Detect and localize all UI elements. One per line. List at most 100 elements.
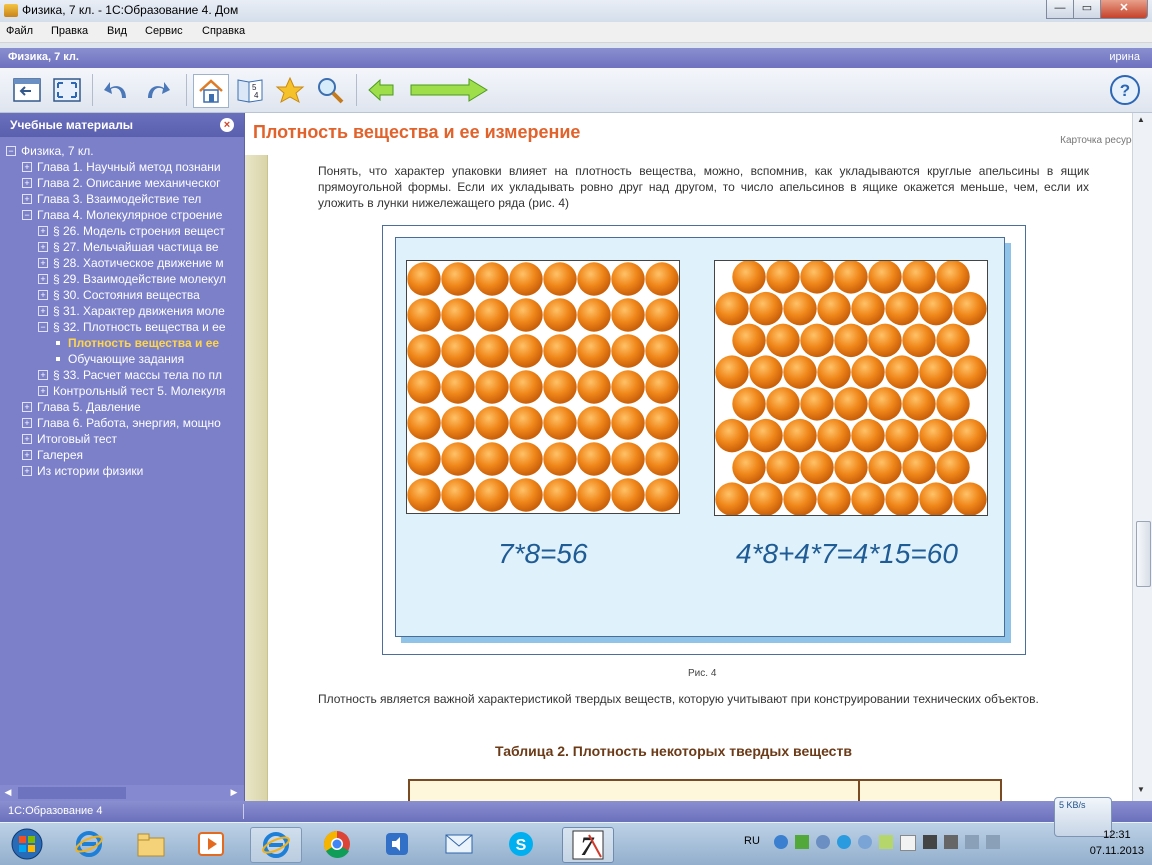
tree-item[interactable]: + § 30. Состояния вещества — [38, 287, 200, 303]
sidebar-header: Учебные материалы × — [0, 113, 244, 137]
internet-explorer-icon[interactable] — [64, 827, 114, 861]
window-title-bar[interactable]: Физика, 7 кл. - 1С:Образование 4. Дом — … — [0, 0, 1152, 23]
orange — [543, 442, 577, 476]
tree-item[interactable]: + § 33. Расчет массы тела по пл — [38, 367, 222, 383]
tree-item[interactable]: + Глава 6. Работа, энергия, мощно — [22, 415, 221, 431]
tree-item[interactable]: Обучающие задания — [54, 351, 184, 367]
scroll-up-icon[interactable]: ▲ — [1137, 115, 1145, 124]
tree-item[interactable]: + Из истории физики — [22, 463, 143, 479]
tray-network-icon[interactable] — [816, 835, 830, 849]
forward-arrow-icon[interactable] — [408, 74, 490, 106]
file-explorer-icon[interactable] — [126, 827, 176, 861]
tree-item[interactable]: + § 29. Взаимодействие молекул — [38, 271, 226, 287]
expand-icon[interactable]: + — [38, 386, 48, 396]
expand-icon[interactable]: + — [22, 434, 32, 444]
content-vertical-scrollbar[interactable]: ▲ ▼ — [1132, 113, 1152, 801]
collapse-icon[interactable]: − — [6, 146, 16, 156]
tree-item[interactable]: − Глава 4. Молекулярное строение — [22, 207, 222, 223]
tray-z-icon[interactable] — [837, 835, 851, 849]
tray-document-icon[interactable] — [900, 835, 916, 851]
scroll-thumb[interactable] — [1136, 521, 1151, 587]
tree-item[interactable]: Плотность вещества и ее — [54, 335, 219, 351]
expand-icon[interactable]: + — [22, 178, 32, 188]
tree-item[interactable]: + Галерея — [22, 447, 83, 463]
scroll-left-icon[interactable]: ◀ — [2, 787, 14, 799]
tree-item[interactable]: + Глава 5. Давление — [22, 399, 141, 415]
tray-power-icon[interactable] — [986, 835, 1000, 849]
tree-item[interactable]: + Глава 2. Описание механическог — [22, 175, 221, 191]
favorites-star-icon[interactable] — [273, 74, 307, 106]
search-magnifier-icon[interactable] — [313, 74, 347, 106]
tray-speaker-icon[interactable] — [965, 835, 979, 849]
tree-item[interactable]: − Физика, 7 кл. — [6, 143, 94, 159]
sidebar-horizontal-scrollbar[interactable]: ◀ ▶ — [0, 785, 244, 801]
tray-monitor-icon[interactable] — [923, 835, 937, 849]
minimize-button[interactable]: — — [1046, 0, 1074, 19]
expand-icon[interactable]: + — [22, 450, 32, 460]
tree-item[interactable]: + Глава 3. Взаимодействие тел — [22, 191, 201, 207]
expand-icon[interactable]: + — [38, 258, 48, 268]
tree-item[interactable]: + Глава 1. Научный метод познани — [22, 159, 221, 175]
internet-explorer-icon-2[interactable] — [250, 827, 302, 863]
tray-display-icon[interactable] — [944, 835, 958, 849]
help-icon[interactable]: ? — [1108, 74, 1142, 106]
orange — [475, 370, 509, 404]
resource-card-link[interactable]: Карточка ресурса — [1060, 135, 1142, 146]
skype-icon[interactable]: S — [496, 827, 546, 861]
mail-icon[interactable] — [434, 827, 484, 861]
1c-education-icon[interactable]: 7 — [562, 827, 614, 863]
undo-icon[interactable] — [100, 74, 134, 106]
tree-item[interactable]: + § 31. Характер движения моле — [38, 303, 225, 319]
menu-service[interactable]: Сервис — [145, 25, 183, 37]
orange — [645, 406, 679, 440]
tray-globe-icon[interactable] — [774, 835, 788, 849]
book-pages-icon[interactable]: 54 — [233, 74, 267, 106]
tray-leaf-icon[interactable] — [879, 835, 893, 849]
chrome-icon[interactable] — [312, 827, 362, 861]
menu-file[interactable]: Файл — [6, 25, 33, 37]
expand-icon[interactable]: + — [38, 274, 48, 284]
redo-icon[interactable] — [140, 74, 174, 106]
menu-edit[interactable]: Правка — [51, 25, 88, 37]
tray-sync-icon[interactable] — [858, 835, 872, 849]
start-orb-icon[interactable] — [2, 827, 52, 861]
tree-item[interactable]: + Контрольный тест 5. Молекуля — [38, 383, 225, 399]
course-title: Физика, 7 кл. — [8, 51, 79, 63]
maximize-button[interactable]: ▭ — [1073, 0, 1101, 19]
panel-toggle-icon[interactable] — [10, 74, 44, 106]
sidebar-close-icon[interactable]: × — [220, 118, 234, 132]
fullscreen-icon[interactable] — [50, 74, 84, 106]
scroll-right-icon[interactable]: ▶ — [228, 787, 240, 799]
expand-icon[interactable]: + — [22, 418, 32, 428]
orange — [885, 355, 919, 389]
media-player-icon[interactable] — [186, 827, 236, 861]
tree-item[interactable]: + § 27. Мельчайшая частица ве — [38, 239, 219, 255]
language-indicator[interactable]: RU — [744, 835, 760, 847]
collapse-icon[interactable]: − — [38, 322, 48, 332]
expand-icon[interactable]: + — [38, 226, 48, 236]
tree-item[interactable]: + § 26. Модель строения вещест — [38, 223, 225, 239]
tree-item[interactable]: − § 32. Плотность вещества и ее — [38, 319, 226, 335]
scroll-down-icon[interactable]: ▼ — [1137, 785, 1145, 794]
close-button[interactable]: ✕ — [1100, 0, 1148, 19]
menu-help[interactable]: Справка — [202, 25, 245, 37]
scroll-thumb[interactable] — [18, 787, 126, 799]
expand-icon[interactable]: + — [22, 402, 32, 412]
collapse-icon[interactable]: − — [22, 210, 32, 220]
menu-view[interactable]: Вид — [107, 25, 127, 37]
back-arrow-icon[interactable] — [364, 74, 398, 106]
expand-icon[interactable]: + — [38, 242, 48, 252]
tree-item[interactable]: + Итоговый тест — [22, 431, 117, 447]
tree-item[interactable]: + § 28. Хаотическое движение м — [38, 255, 224, 271]
expand-icon[interactable]: + — [22, 162, 32, 172]
tray-check-icon[interactable] — [795, 835, 809, 849]
expand-icon[interactable]: + — [22, 194, 32, 204]
home-icon[interactable] — [193, 74, 229, 108]
expand-icon[interactable]: + — [38, 306, 48, 316]
user-name[interactable]: ирина — [1109, 51, 1140, 63]
expand-icon[interactable]: + — [22, 466, 32, 476]
expand-icon[interactable]: + — [38, 290, 48, 300]
clock[interactable]: 12:31 07.11.2013 — [1090, 827, 1144, 859]
expand-icon[interactable]: + — [38, 370, 48, 380]
audio-app-icon[interactable] — [372, 827, 422, 861]
